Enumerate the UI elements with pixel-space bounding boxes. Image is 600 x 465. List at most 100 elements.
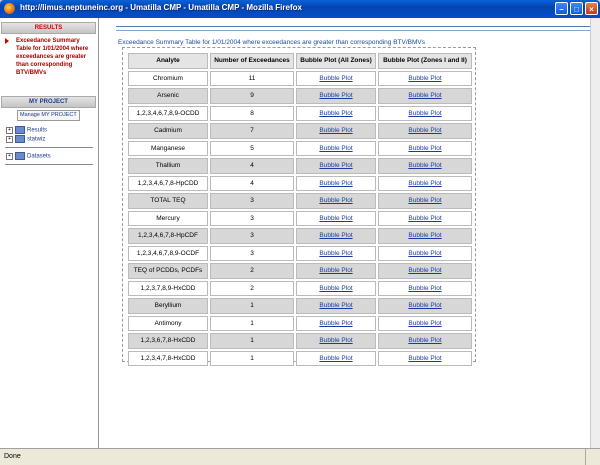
link-cell: Bubble Plot (378, 88, 472, 104)
tree-item-label: statwiz (27, 136, 46, 143)
bubble-plot-all-zones-link[interactable]: Bubble Plot (319, 110, 352, 117)
bubble-plot-zones-i-ii-link[interactable]: Bubble Plot (408, 162, 441, 169)
tree-item-results[interactable]: + Results (6, 126, 47, 135)
bubble-plot-all-zones-link[interactable]: Bubble Plot (319, 180, 352, 187)
status-bar: Done (0, 448, 600, 465)
expand-icon[interactable]: + (6, 135, 13, 143)
bubble-plot-all-zones-link[interactable]: Bubble Plot (319, 355, 352, 362)
tree-item-label: Datasets (27, 153, 51, 160)
bubble-plot-zones-i-ii-link[interactable]: Bubble Plot (408, 285, 441, 292)
table-row: 1,2,3,4,6,7,8,9-OCDF 3 Bubble Plot Bubble P… (128, 245, 472, 261)
expand-icon[interactable]: + (6, 152, 13, 160)
vertical-scrollbar[interactable] (590, 18, 600, 448)
exceedance-count-cell: 3 (210, 210, 294, 226)
bubble-plot-zones-i-ii-link[interactable]: Bubble Plot (408, 110, 441, 117)
link-cell: Bubble Plot (378, 158, 472, 174)
bubble-plot-all-zones-link[interactable]: Bubble Plot (319, 127, 352, 134)
minimize-icon[interactable]: – (555, 2, 568, 15)
window-title: http://limus.neptuneinc.org - Umatilla C… (20, 3, 302, 12)
bubble-plot-all-zones-link[interactable]: Bubble Plot (319, 267, 352, 274)
link-cell: Bubble Plot (378, 315, 472, 331)
status-text: Done (4, 453, 21, 460)
bubble-plot-all-zones-link[interactable]: Bubble Plot (319, 197, 352, 204)
bubble-plot-all-zones-link[interactable]: Bubble Plot (319, 285, 352, 292)
bubble-plot-all-zones-link[interactable]: Bubble Plot (319, 162, 352, 169)
link-cell: Bubble Plot (378, 298, 472, 314)
tree-item-statwiz[interactable]: + statwiz (6, 135, 45, 144)
bubble-plot-zones-i-ii-link[interactable]: Bubble Plot (408, 197, 441, 204)
window-titlebar[interactable]: http://limus.neptuneinc.org - Umatilla C… (0, 0, 600, 18)
analyte-cell: Chromium (128, 70, 208, 86)
exceedance-count-cell: 9 (210, 88, 294, 104)
manage-my-project-button[interactable]: Manage MY PROJECT (17, 110, 80, 121)
link-cell: Bubble Plot (378, 210, 472, 226)
table-row: 1,2,3,6,7,8-HxCDD 1 Bubble Plot Bubble Plot (128, 333, 472, 349)
analyte-cell: Mercury (128, 210, 208, 226)
bubble-plot-all-zones-link[interactable]: Bubble Plot (319, 250, 352, 257)
bubble-plot-zones-i-ii-link[interactable]: Bubble Plot (408, 232, 441, 239)
link-cell: Bubble Plot (296, 105, 376, 121)
expand-icon[interactable]: + (6, 126, 13, 134)
bubble-plot-all-zones-link[interactable]: Bubble Plot (319, 337, 352, 344)
bubble-plot-all-zones-link[interactable]: Bubble Plot (319, 215, 352, 222)
exceedance-count-cell: 1 (210, 350, 294, 366)
browser-content: RESULTS Exceedance Summary Table for 1/0… (0, 18, 600, 448)
maximize-icon[interactable]: □ (570, 2, 583, 15)
divider (5, 147, 93, 148)
bubble-plot-zones-i-ii-link[interactable]: Bubble Plot (408, 127, 441, 134)
tree-item-datasets[interactable]: + Datasets (6, 152, 51, 161)
results-link[interactable]: Exceedance Summary Table for 1/01/2004 w… (16, 37, 94, 77)
table-row: 1,2,3,4,6,7,8-HpCDD 4 Bubble Plot Bubble Pl… (128, 175, 472, 191)
link-cell: Bubble Plot (296, 140, 376, 156)
bubble-plot-all-zones-link[interactable]: Bubble Plot (319, 302, 352, 309)
firefox-icon (4, 3, 15, 14)
bubble-plot-zones-i-ii-link[interactable]: Bubble Plot (408, 75, 441, 82)
link-cell: Bubble Plot (296, 228, 376, 244)
bubble-plot-all-zones-link[interactable]: Bubble Plot (319, 232, 352, 239)
analyte-cell: TEQ of PCDDs, PCDFs (128, 263, 208, 279)
bubble-plot-all-zones-link[interactable]: Bubble Plot (319, 92, 352, 99)
bubble-plot-zones-i-ii-link[interactable]: Bubble Plot (408, 337, 441, 344)
bubble-plot-all-zones-link[interactable]: Bubble Plot (319, 320, 352, 327)
table-row: Beryllium 1 Bubble Plot Bubble Plot (128, 298, 472, 314)
exceedance-count-cell: 11 (210, 70, 294, 86)
bubble-plot-zones-i-ii-link[interactable]: Bubble Plot (408, 355, 441, 362)
bubble-plot-zones-i-ii-link[interactable]: Bubble Plot (408, 267, 441, 274)
link-cell: Bubble Plot (378, 228, 472, 244)
exceedance-table: Analyte Number of Exceedances Bubble Plo… (126, 51, 474, 368)
column-header-analyte: Analyte (128, 53, 208, 69)
bubble-plot-zones-i-ii-link[interactable]: Bubble Plot (408, 320, 441, 327)
analyte-cell: 1,2,3,4,6,7,8-HpCDF (128, 228, 208, 244)
bubble-plot-zones-i-ii-link[interactable]: Bubble Plot (408, 250, 441, 257)
link-cell: Bubble Plot (378, 350, 472, 366)
link-cell: Bubble Plot (296, 263, 376, 279)
bubble-plot-zones-i-ii-link[interactable]: Bubble Plot (408, 92, 441, 99)
link-cell: Bubble Plot (378, 123, 472, 139)
resize-grip-icon[interactable] (585, 449, 600, 465)
analyte-cell: Thallium (128, 158, 208, 174)
link-cell: Bubble Plot (378, 175, 472, 191)
table-row: TEQ of PCDDs, PCDFs 2 Bubble Plot Bubble Pl… (128, 263, 472, 279)
link-cell: Bubble Plot (296, 333, 376, 349)
results-header: RESULTS (1, 22, 96, 34)
table-row: 1,2,3,4,6,7,8,9-OCDD 8 Bubble Plot Bubble P… (128, 105, 472, 121)
bubble-plot-zones-i-ii-link[interactable]: Bubble Plot (408, 302, 441, 309)
link-cell: Bubble Plot (378, 245, 472, 261)
table-row: Arsenic 9 Bubble Plot Bubble Plot (128, 88, 472, 104)
bubble-plot-zones-i-ii-link[interactable]: Bubble Plot (408, 215, 441, 222)
my-project-header: MY PROJECT (1, 96, 96, 108)
bubble-plot-all-zones-link[interactable]: Bubble Plot (319, 145, 352, 152)
link-cell: Bubble Plot (296, 123, 376, 139)
link-cell: Bubble Plot (296, 298, 376, 314)
analyte-cell: Beryllium (128, 298, 208, 314)
analyte-cell: 1,2,3,4,6,7,8-HpCDD (128, 175, 208, 191)
exceedance-count-cell: 4 (210, 175, 294, 191)
close-icon[interactable]: × (585, 2, 598, 15)
link-cell: Bubble Plot (296, 315, 376, 331)
bubble-plot-all-zones-link[interactable]: Bubble Plot (319, 75, 352, 82)
bubble-plot-zones-i-ii-link[interactable]: Bubble Plot (408, 145, 441, 152)
analyte-cell: 1,2,3,4,7,8-HxCDD (128, 350, 208, 366)
analyte-cell: Manganese (128, 140, 208, 156)
link-cell: Bubble Plot (296, 175, 376, 191)
bubble-plot-zones-i-ii-link[interactable]: Bubble Plot (408, 180, 441, 187)
